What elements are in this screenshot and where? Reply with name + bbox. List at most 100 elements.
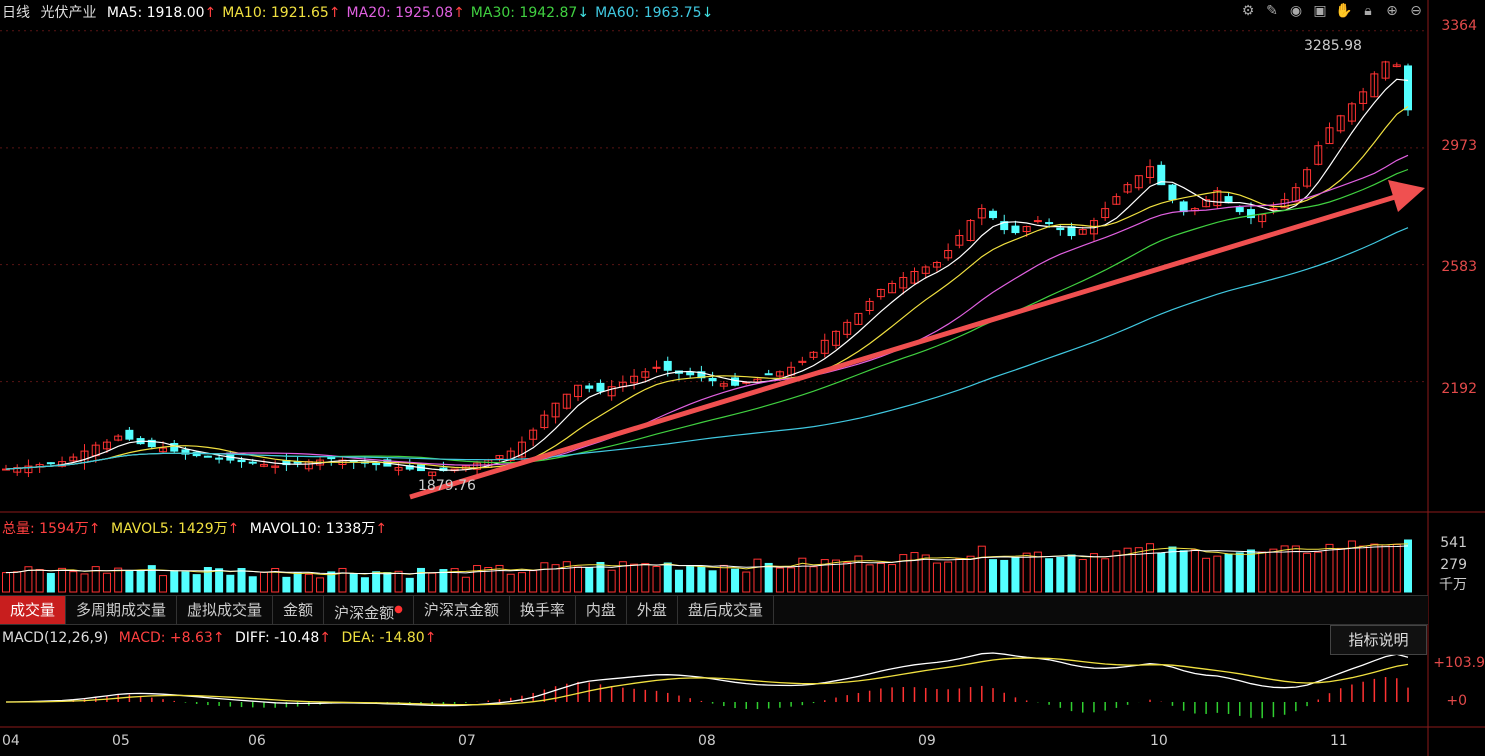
volume-bar — [697, 566, 706, 593]
volume-bar — [517, 572, 526, 593]
volume-bar — [181, 571, 190, 593]
macd-name: MACD(12,26,9) — [2, 630, 109, 646]
volume-total: 总量: 1594万 — [2, 521, 89, 537]
volume-bar — [742, 571, 751, 593]
volume-bar — [1168, 546, 1177, 593]
price-tick-2973: 2973 — [1441, 138, 1477, 154]
candle-body — [989, 210, 998, 219]
volume-bar — [461, 576, 470, 593]
volume-bar — [910, 552, 919, 593]
volume-bar — [966, 555, 975, 593]
tab-0[interactable]: 成交量 — [0, 596, 67, 624]
volume-bar — [360, 577, 369, 593]
volume-bar — [1112, 550, 1121, 593]
ma10-line — [5, 106, 1409, 470]
candle-body — [731, 377, 740, 386]
month-04: 04 — [2, 733, 20, 749]
volume-bar — [944, 561, 953, 593]
dea-value: DEA: -14.80 — [341, 630, 425, 646]
candle-body — [585, 385, 594, 389]
month-09: 09 — [918, 733, 936, 749]
volume-bar — [630, 563, 639, 593]
volume-bar — [1190, 549, 1199, 593]
volume-bar — [1258, 551, 1267, 593]
volume-bar — [1089, 553, 1098, 593]
candle-body — [215, 457, 224, 460]
tab-5[interactable]: 沪深京金额 — [414, 596, 510, 624]
candle-body — [1269, 208, 1278, 211]
volume-bar — [136, 570, 145, 593]
volume-bar — [237, 568, 246, 593]
volume-bar — [1078, 559, 1087, 593]
tab-8[interactable]: 外盘 — [627, 596, 678, 624]
mavol5: MAVOL5: 1429万 — [110, 521, 228, 537]
volume-bar — [888, 564, 897, 593]
candle-body — [1168, 184, 1177, 201]
vol-tick-541: 541 — [1440, 535, 1467, 551]
ma60-line — [5, 227, 1409, 470]
volume-bar — [652, 565, 661, 593]
candle-body — [1067, 226, 1076, 237]
tab-3[interactable]: 金额 — [273, 596, 325, 624]
volume-bar — [641, 563, 650, 593]
vol-unit: 千万 — [1439, 577, 1467, 593]
volume-bar — [674, 569, 683, 593]
volume-bar — [843, 561, 852, 593]
volume-bar — [416, 567, 425, 593]
volume-bar — [316, 577, 325, 593]
candle-body — [1056, 227, 1065, 231]
volume-bar — [977, 545, 986, 593]
ma5-line — [5, 78, 1409, 471]
volume-bar — [719, 564, 728, 593]
tab-1[interactable]: 多周期成交量 — [66, 596, 178, 624]
tab-6[interactable]: 换手率 — [510, 596, 576, 624]
macd-header: MACD(12,26,9) MACD: +8.63↑ DIFF: -10.48↑… — [2, 630, 437, 646]
macd-tick-0: +0 — [1446, 693, 1467, 709]
volume-bar — [170, 570, 179, 593]
volume-bar — [69, 571, 78, 593]
volume-bar — [226, 574, 235, 593]
volume-bar — [349, 573, 358, 593]
price-tick-2583: 2583 — [1441, 259, 1477, 275]
tab-2[interactable]: 虚拟成交量 — [177, 596, 274, 624]
tab-4[interactable]: 沪深金额● — [324, 596, 414, 624]
volume-bar — [1202, 557, 1211, 593]
volume-bar — [731, 568, 740, 593]
volume-bar — [1404, 539, 1412, 593]
volume-bar — [574, 566, 583, 593]
volume-bar — [764, 562, 773, 593]
volume-bar — [921, 554, 930, 593]
candle-body — [237, 459, 246, 463]
month-11: 11 — [1330, 733, 1348, 749]
volume-bar — [1022, 552, 1031, 593]
volume-bar — [248, 576, 257, 593]
tab-7[interactable]: 内盘 — [576, 596, 627, 624]
volume-bar — [775, 567, 784, 593]
candle-body — [596, 382, 605, 392]
volume-bar — [1146, 543, 1155, 593]
candle-body — [1033, 220, 1042, 223]
month-08: 08 — [698, 733, 716, 749]
tab-9[interactable]: 盘后成交量 — [678, 596, 774, 624]
candle-body — [372, 462, 381, 466]
volume-bar — [1056, 556, 1065, 593]
volume-bar — [932, 562, 941, 593]
price-tick-3364: 3364 — [1441, 18, 1477, 34]
candle-body — [686, 372, 695, 376]
volume-bar — [428, 572, 437, 593]
volume-bar — [46, 572, 55, 593]
volume-bar — [372, 571, 381, 593]
volume-bar — [114, 567, 123, 593]
volume-bar — [607, 569, 616, 593]
volume-bar — [865, 564, 874, 593]
volume-bar — [13, 571, 22, 593]
candle-body — [248, 461, 257, 464]
trend-arrow — [409, 180, 1425, 500]
candle-body — [1224, 196, 1233, 204]
volume-bar — [506, 573, 515, 593]
volume-bar — [1381, 544, 1390, 593]
volume-bar — [955, 558, 964, 593]
volume-bar — [1067, 554, 1076, 593]
indicator-explain-button[interactable]: 指标说明 — [1330, 625, 1427, 655]
volume-bar — [473, 565, 482, 593]
